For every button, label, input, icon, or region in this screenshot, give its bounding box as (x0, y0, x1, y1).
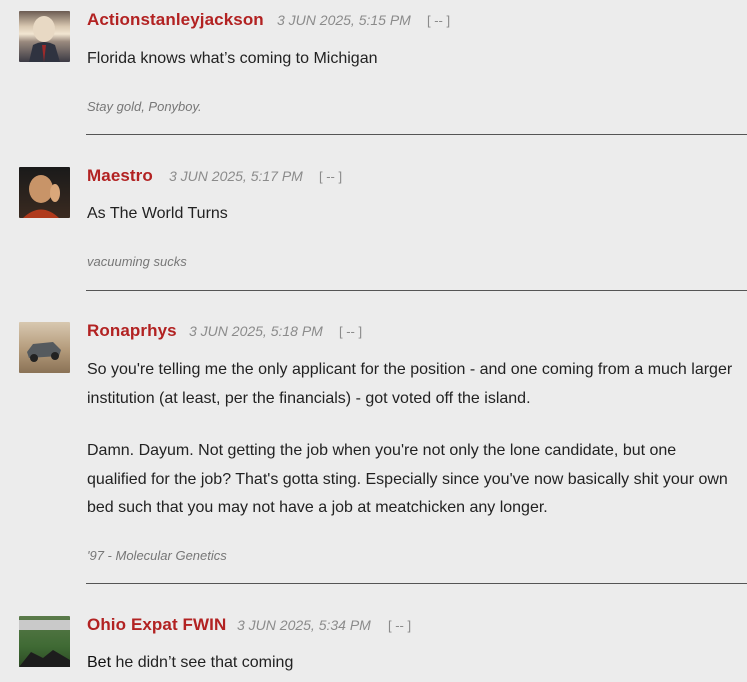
comment-body: So you're telling me the only applicant … (87, 356, 737, 523)
avatar[interactable] (19, 167, 70, 218)
avatar[interactable] (19, 11, 70, 62)
username-link[interactable]: Actionstanleyjackson (87, 10, 264, 30)
collapse-toggle[interactable]: [ -- ] (339, 324, 362, 339)
comment-body: Florida knows what’s coming to Michigan (87, 45, 737, 74)
comment-paragraph: Bet he didn’t see that coming (87, 649, 737, 678)
collapse-toggle[interactable]: [ -- ] (388, 618, 411, 633)
collapse-toggle[interactable]: [ -- ] (319, 169, 342, 184)
username-link[interactable]: Maestro (87, 166, 153, 186)
comment-divider (86, 134, 747, 135)
avatar[interactable] (19, 616, 70, 667)
bold-text: Bet (87, 654, 112, 671)
user-signature: vacuuming sucks (87, 254, 187, 269)
comment-body: As The World Turns (87, 200, 737, 229)
comment-paragraph: Florida knows what’s coming to Michigan (87, 50, 378, 67)
avatar[interactable] (19, 322, 70, 373)
username-link[interactable]: Ronaprhys (87, 321, 177, 341)
comment-divider (86, 583, 747, 584)
comment-paragraph: Damn. Dayum. Not getting the job when yo… (87, 442, 728, 516)
comment-paragraph: So you're telling me the only applicant … (87, 361, 733, 407)
username-link[interactable]: Ohio Expat FWIN (87, 615, 226, 635)
comment-paragraph: As The World Turns (87, 205, 228, 222)
comment-timestamp: 3 JUN 2025, 5:15 PM (277, 12, 411, 28)
comment-timestamp: 3 JUN 2025, 5:17 PM (169, 168, 303, 184)
collapse-toggle[interactable]: [ -- ] (427, 13, 450, 28)
comment-divider (86, 290, 747, 291)
comment-body: Bet he didn’t see that coming (87, 649, 737, 678)
comment-timestamp: 3 JUN 2025, 5:34 PM (237, 617, 371, 633)
comment-text: he didn’t see that coming (111, 654, 294, 671)
user-signature: '97 - Molecular Genetics (87, 548, 227, 563)
comment-timestamp: 3 JUN 2025, 5:18 PM (189, 323, 323, 339)
user-signature: Stay gold, Ponyboy. (87, 99, 202, 114)
